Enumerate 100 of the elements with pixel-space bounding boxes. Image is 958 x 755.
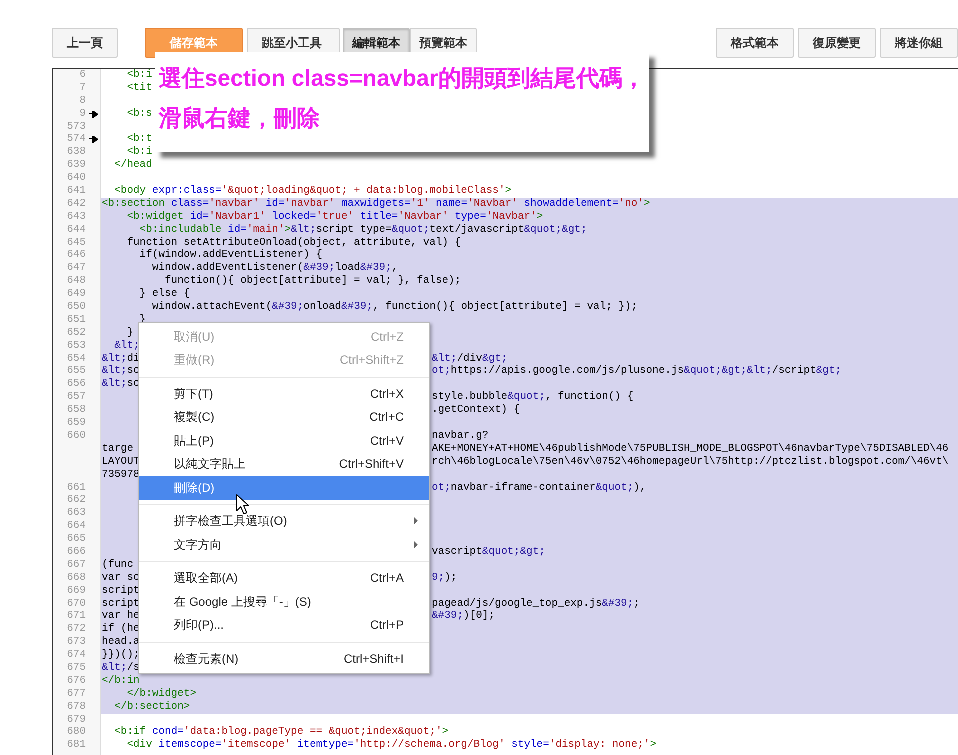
code-line: </head bbox=[114, 159, 152, 172]
line-number: 669 bbox=[67, 584, 86, 597]
code-line: <b:widget id='Navbar1' locked='true' title='Navbar' type='Navbar'> bbox=[126, 210, 544, 224]
line-number: 639 bbox=[67, 159, 86, 172]
code-line: } else { bbox=[138, 288, 190, 301]
line-number: 574 bbox=[67, 133, 86, 146]
toolbar-button[interactable]: 將迷你組 bbox=[880, 28, 958, 58]
line-number: 660 bbox=[67, 430, 86, 442]
code-line: <b:s bbox=[126, 108, 152, 121]
fold-marker-icon[interactable] bbox=[89, 136, 98, 144]
line-number: 666 bbox=[67, 546, 86, 558]
line-number: 640 bbox=[67, 172, 86, 184]
line-number: 647 bbox=[67, 262, 86, 274]
line-number: 674 bbox=[67, 649, 86, 662]
line-number: 667 bbox=[67, 558, 86, 571]
code-text: LAYOUT bbox=[102, 456, 140, 469]
submenu-arrow-icon bbox=[414, 540, 418, 549]
code-line: </b:section> bbox=[114, 700, 190, 714]
menu-item[interactable]: 選取全部(A) Ctrl+A bbox=[139, 566, 429, 590]
line-number: 670 bbox=[67, 598, 86, 610]
code-line: </b:widget> bbox=[126, 688, 197, 701]
code-line: }})(); bbox=[102, 649, 140, 662]
line-number: 657 bbox=[67, 391, 86, 404]
toolbar-button[interactable]: 上一頁 bbox=[52, 28, 118, 58]
line-number: 648 bbox=[67, 275, 86, 288]
line-number: 644 bbox=[67, 224, 86, 236]
line-number: 675 bbox=[67, 662, 86, 674]
code-line: (func bbox=[102, 558, 134, 572]
code-line: <b:t bbox=[126, 133, 152, 146]
menu-item[interactable]: 剪下(T) Ctrl+X bbox=[139, 382, 429, 406]
submenu-arrow-icon bbox=[414, 517, 418, 526]
line-number: 673 bbox=[67, 636, 86, 648]
line-number: 652 bbox=[67, 326, 86, 339]
toolbar-button[interactable]: 格式範本 bbox=[716, 28, 794, 58]
menu-item[interactable]: 以純文字貼上 Ctrl+Shift+V bbox=[139, 452, 429, 476]
line-number: 656 bbox=[67, 378, 86, 390]
line-number: 654 bbox=[67, 352, 86, 365]
line-number: 573 bbox=[67, 120, 86, 133]
line-number: 6 bbox=[80, 69, 86, 81]
code-text: targe bbox=[102, 442, 134, 456]
code-line: script bbox=[102, 584, 140, 598]
line-number: 642 bbox=[67, 198, 86, 210]
code-text: rch\46blogLocale\75en\46v\0752\46homepageUrl\75http://ptczlist.blogspot.com/\46vt\ bbox=[432, 456, 949, 469]
menu-item[interactable]: 檢查元素(N) Ctrl+Shift+I bbox=[139, 647, 429, 670]
code-line: &lt; bbox=[114, 340, 140, 353]
line-number: 638 bbox=[67, 146, 86, 158]
line-number: 671 bbox=[67, 610, 86, 622]
line-number: 663 bbox=[67, 507, 86, 520]
code-text: &lt;di bbox=[102, 352, 140, 365]
code-text: AKE+MONEY+AT+HOME\46publishMode\75PUBLISH_MODE_BLOGSPOT\46navbarType\75DISABLED\46 bbox=[432, 442, 949, 456]
line-number: 677 bbox=[67, 688, 86, 700]
line-number: 653 bbox=[67, 340, 86, 352]
line-number: 8 bbox=[80, 94, 86, 107]
line-number: 646 bbox=[67, 249, 86, 262]
code-text: pagead/js/google_top_exp.js&#39;; bbox=[432, 598, 640, 610]
code-line: if(window.addEventListener) { bbox=[138, 249, 323, 262]
code-text: .getContext) { bbox=[432, 404, 520, 418]
line-number: 649 bbox=[67, 288, 86, 300]
annotation-text: 選住section class=navbar的開頭到結尾代碼， bbox=[159, 64, 646, 93]
menu-item[interactable]: 貼上(P) Ctrl+V bbox=[139, 429, 429, 452]
line-number: 645 bbox=[67, 236, 86, 249]
line-number: 655 bbox=[67, 365, 86, 378]
code-text: ot;navbar-iframe-container&quot;), bbox=[432, 482, 646, 494]
line-number: 672 bbox=[67, 623, 86, 636]
line-number: 9 bbox=[80, 108, 86, 120]
line-number: 680 bbox=[67, 726, 86, 738]
code-line: <b:i bbox=[126, 146, 152, 159]
menu-item[interactable]: 拼字檢查工具選項(O) bbox=[139, 510, 429, 533]
line-number: 641 bbox=[67, 185, 86, 198]
code-text: ot;https://apis.google.com/js/plusone.js&quot;&gt;&lt;/script&gt; bbox=[432, 365, 842, 378]
code-line: <div itemscope='itemscope' itemtype='http://schema.org/Blog' style='display: none;'> bbox=[126, 739, 657, 752]
fold-marker-icon[interactable] bbox=[89, 110, 98, 118]
line-number: 681 bbox=[67, 739, 86, 752]
code-text: vascript&quot;&gt; bbox=[432, 546, 546, 559]
code-text: &#39;)[0]; bbox=[432, 610, 496, 624]
menu-item[interactable]: 複製(C) Ctrl+C bbox=[139, 406, 429, 429]
code-line: <tit bbox=[126, 82, 152, 95]
menu-item[interactable]: 列印(P)... Ctrl+P bbox=[139, 614, 429, 637]
line-number: 651 bbox=[67, 314, 86, 326]
line-number: 664 bbox=[67, 520, 86, 532]
code-line: <body expr:class='&quot;loading&quot; + data:blog.mobileClass'> bbox=[114, 185, 512, 198]
line-number: 643 bbox=[67, 210, 86, 223]
code-line: <b:includable id='main'>&lt;script type=&quot;text/javascript&quot;&gt; bbox=[138, 224, 588, 237]
toolbar-button[interactable]: 復原變更 bbox=[798, 28, 876, 58]
menu-item[interactable]: 文字方向 bbox=[139, 533, 429, 556]
annotation-text: 滑鼠右鍵，刪除 bbox=[159, 104, 321, 133]
code-text: 9;); bbox=[432, 572, 458, 585]
code-line: function setAttributeOnload(object, attribute, val) { bbox=[126, 236, 462, 249]
line-number: 658 bbox=[67, 404, 86, 416]
code-text: style.bubble&quot;, function() { bbox=[432, 391, 634, 404]
line-number: 679 bbox=[67, 714, 86, 726]
line-number: 7 bbox=[80, 82, 86, 94]
line-number: 659 bbox=[67, 417, 86, 430]
menu-item[interactable]: 在 Google 上搜尋「-」(S) bbox=[139, 590, 429, 614]
code-line: </b:in bbox=[102, 674, 140, 688]
code-line: window.addEventListener(&#39;load&#39;, bbox=[151, 262, 398, 275]
code-text: &lt;/div&gt; bbox=[432, 352, 508, 365]
line-number: 662 bbox=[67, 494, 86, 506]
mouse-pointer-icon bbox=[236, 494, 250, 515]
code-line: <b:section class='navbar' id='navbar' maxwidgets='1' name='Navbar' showaddelement='no'> bbox=[102, 198, 650, 211]
